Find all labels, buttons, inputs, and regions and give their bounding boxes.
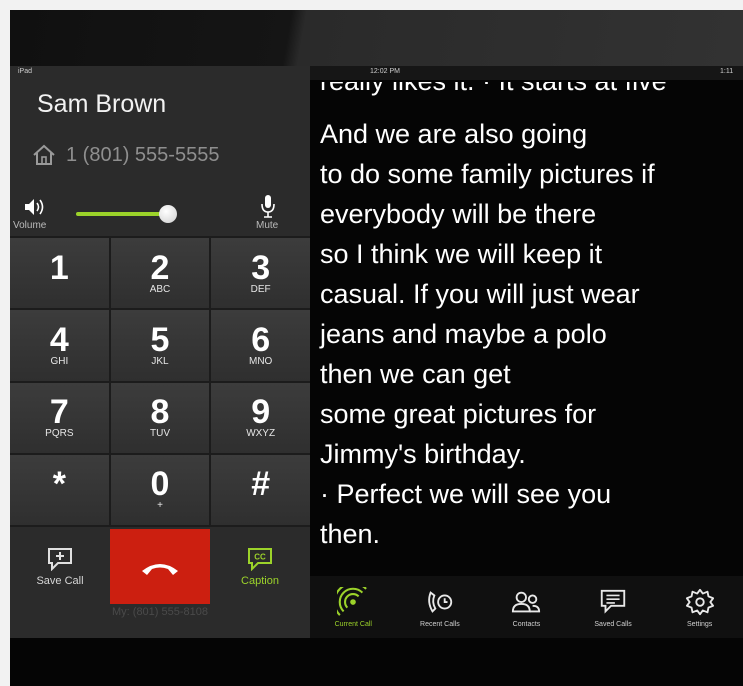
app-screen: iPad 12:02 PM 1:11 Sam Brown 1 (801) 555… — [10, 66, 743, 638]
dialer-panel: Sam Brown 1 (801) 555-5555 Volume Mute 1… — [10, 66, 310, 638]
device-bezel-top — [10, 10, 743, 66]
recent-calls-icon — [428, 590, 453, 613]
caption-line: to do some family pictures if — [320, 159, 655, 189]
key-digit: 9 — [251, 393, 271, 432]
status-device: iPad — [18, 68, 33, 75]
caller-number: 1 (801) 555-5555 — [66, 144, 220, 166]
status-time: 12:02 PM — [370, 68, 400, 75]
key-letters: + — [157, 500, 163, 512]
keypad-key[interactable]: 9 WXYZ — [211, 382, 310, 453]
tab-current-call[interactable]: Current Call — [310, 576, 397, 638]
tab-label: Current Call — [334, 620, 372, 628]
status-battery: 1:11 — [720, 68, 734, 75]
microphone-icon[interactable] — [260, 194, 276, 220]
hang-up-button[interactable] — [110, 529, 210, 604]
tab-label: Contacts — [512, 620, 541, 628]
keypad-key[interactable]: 4 GHI — [10, 310, 109, 381]
key-letters: ABC — [149, 283, 171, 295]
tab-label: Settings — [687, 620, 713, 628]
tab-contacts[interactable]: Contacts — [483, 576, 570, 638]
device-bezel-bottom — [10, 638, 743, 686]
volume-slider-knob[interactable] — [159, 205, 177, 223]
my-number: My: (801) 555-8108 — [112, 606, 208, 618]
key-letters: TUV — [149, 428, 170, 440]
current-call-icon — [337, 586, 368, 616]
keypad-key[interactable]: 7 PQRS — [10, 382, 109, 453]
keypad-key[interactable]: 5 JKL — [110, 310, 210, 381]
tab-label: Saved Calls — [594, 620, 632, 628]
caption-icon: CC — [248, 547, 272, 571]
key-letters: PQRS — [45, 428, 74, 440]
key-letters: DEF — [250, 283, 271, 295]
home-icon — [33, 144, 55, 165]
caption-line: some great pictures for — [320, 399, 597, 429]
keypad-key[interactable]: 0 + — [110, 454, 210, 525]
key-digit: 6 — [251, 320, 271, 359]
key-digit: 5 — [150, 320, 170, 359]
save-call-icon — [48, 547, 72, 571]
saved-calls-icon — [600, 589, 626, 614]
keypad-key[interactable]: 6 MNO — [211, 310, 310, 381]
key-digit: 0 — [150, 465, 170, 504]
caption-panel[interactable]: really likes it. · It starts at five And… — [310, 80, 743, 576]
keypad-key[interactable]: 1 — [10, 238, 109, 309]
save-call-label: Save Call — [36, 574, 84, 587]
contacts-icon — [512, 591, 541, 612]
hang-up-icon — [142, 563, 178, 575]
tab-settings[interactable]: Settings — [656, 576, 743, 638]
key-digit: * — [52, 465, 66, 504]
caption-line: Jimmy's birthday. — [320, 439, 526, 469]
key-digit: 3 — [251, 248, 271, 287]
caption-line: jeans and maybe a polo — [320, 319, 607, 349]
volume-label: Volume — [13, 220, 47, 231]
caption-text: And we are also going to do some family p… — [320, 114, 740, 554]
key-letters: GHI — [50, 355, 69, 367]
caption-partial-text: really likes it. · It starts at five — [320, 82, 667, 96]
mute-label: Mute — [256, 220, 279, 231]
svg-text:CC: CC — [254, 552, 266, 561]
caption-line: And we are also going — [320, 119, 588, 149]
caption-line: · Perfect we will see you — [320, 479, 612, 509]
key-digit: 2 — [150, 248, 170, 287]
key-letters: MNO — [248, 355, 273, 367]
caption-line: casual. If you will just wear — [320, 279, 640, 309]
caption-label: Caption — [241, 574, 279, 587]
tab-saved-calls[interactable]: Saved Calls — [570, 576, 657, 638]
caption-button[interactable]: CC Caption — [210, 529, 310, 604]
caption-line: then. — [320, 519, 381, 549]
key-letters: JKL — [151, 355, 169, 367]
key-digit: # — [251, 465, 271, 504]
caption-line: then we can get — [320, 359, 511, 389]
caption-line: everybody will be there — [320, 199, 597, 229]
caption-line: so I think we will keep it — [320, 239, 603, 269]
key-digit: 1 — [49, 248, 69, 287]
settings-icon — [685, 588, 714, 615]
keypad-key[interactable]: 8 TUV — [110, 382, 210, 453]
keypad-key[interactable]: * — [10, 454, 109, 525]
key-digit: 4 — [49, 320, 69, 359]
keypad-key[interactable]: 2 ABC — [110, 238, 210, 309]
keypad: 1 2 ABC 3 DEF 4 GHI 5 JKL 6 MNO 7 PQRS 8 TUV 9 WXYZ * 0 + # — [10, 236, 310, 527]
keypad-key[interactable]: 3 DEF — [211, 238, 310, 309]
key-digit: 7 — [49, 393, 69, 432]
status-bar: iPad 12:02 PM 1:11 — [10, 66, 743, 80]
save-call-button[interactable]: Save Call — [10, 529, 110, 604]
volume-slider-track[interactable] — [76, 212, 168, 216]
keypad-key[interactable]: # — [211, 454, 310, 525]
caller-name: Sam Brown — [37, 90, 167, 118]
speaker-icon[interactable] — [24, 198, 46, 216]
call-actions: Save Call CC Caption — [10, 529, 310, 604]
tab-bar: Current Call Recent Calls Contacts Saved Ca… — [310, 576, 743, 638]
ipad-device: iPad 12:02 PM 1:11 Sam Brown 1 (801) 555… — [10, 10, 743, 686]
key-letters: WXYZ — [246, 428, 276, 440]
key-digit: 8 — [150, 393, 170, 432]
tab-label: Recent Calls — [420, 620, 460, 628]
tab-recent-calls[interactable]: Recent Calls — [397, 576, 484, 638]
caption-partial-line: really likes it. · It starts at five — [320, 82, 667, 98]
